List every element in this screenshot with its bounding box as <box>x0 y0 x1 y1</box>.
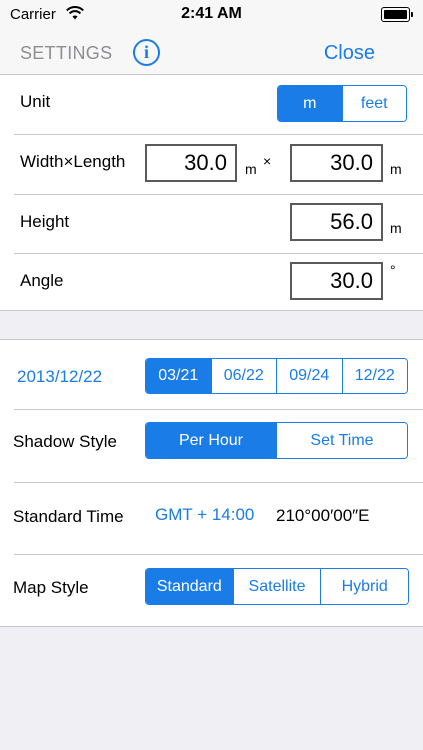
width-length-label: Width×Length <box>20 152 126 171</box>
height-unit: m <box>390 220 402 236</box>
map-style-row: Map Style Standard Satellite Hybrid <box>0 555 423 628</box>
times-sign: × <box>263 153 272 169</box>
clock: 2:41 AM <box>181 5 242 22</box>
angle-input[interactable]: 30.0 <box>290 262 383 300</box>
height-input[interactable]: 56.0 <box>290 203 383 241</box>
length-unit: m <box>390 161 402 177</box>
close-button[interactable]: Close <box>324 42 375 65</box>
standard-time-row: Standard Time GMT + 14:00 210°00′00″E <box>0 483 423 554</box>
date-preset-segmented-control: 03/21 06/22 09/24 12/22 <box>145 358 408 394</box>
battery-icon <box>381 7 413 22</box>
date-preset-0924[interactable]: 09/24 <box>276 359 342 393</box>
map-style-label: Map Style <box>13 578 89 597</box>
height-label: Height <box>20 212 70 231</box>
standard-time-offset[interactable]: GMT + 14:00 <box>155 505 254 525</box>
standard-time-longitude: 210°00′00″E <box>276 506 370 525</box>
date-preset-1222[interactable]: 12/22 <box>341 359 407 393</box>
status-bar: Carrier 2:41 AM <box>0 0 423 30</box>
date-preset-0622[interactable]: 06/22 <box>210 359 276 393</box>
map-style-segmented-control: Standard Satellite Hybrid <box>145 568 409 605</box>
width-length-row: Width×Length 30.0 m × 30.0 m <box>0 135 423 194</box>
date-value[interactable]: 2013/12/22 <box>17 367 102 387</box>
shadow-style-per-hour[interactable]: Per Hour <box>146 423 276 458</box>
standard-time-label: Standard Time <box>13 507 124 526</box>
shadow-style-row: Shadow Style Per Hour Set Time <box>0 410 423 482</box>
navigation-bar: SETTINGS i Close <box>0 30 423 75</box>
width-unit: m <box>245 161 257 177</box>
shadow-style-segmented-control: Per Hour Set Time <box>145 422 408 459</box>
unit-option-m[interactable]: m <box>278 86 342 121</box>
unit-segmented-control: m feet <box>277 85 407 122</box>
info-icon: i <box>143 42 149 62</box>
unit-label: Unit <box>20 92 51 111</box>
angle-unit: ° <box>390 262 396 278</box>
page-title: SETTINGS <box>20 43 113 63</box>
map-style-standard[interactable]: Standard <box>146 569 233 604</box>
shadow-style-set-time[interactable]: Set Time <box>276 423 407 458</box>
unit-option-feet[interactable]: feet <box>341 86 406 121</box>
map-style-satellite[interactable]: Satellite <box>232 569 321 604</box>
angle-label: Angle <box>20 271 64 290</box>
length-input[interactable]: 30.0 <box>290 144 383 182</box>
date-row: 2013/12/22 03/21 06/22 09/24 12/22 <box>0 340 423 409</box>
shadow-settings-group: 2013/12/22 03/21 06/22 09/24 12/22 Shado… <box>0 339 423 627</box>
shadow-style-label: Shadow Style <box>13 432 117 451</box>
map-style-hybrid[interactable]: Hybrid <box>320 569 408 604</box>
unit-row: Unit m feet <box>0 75 423 134</box>
height-row: Height 56.0 m <box>0 195 423 253</box>
info-button[interactable]: i <box>133 39 160 66</box>
date-preset-0321[interactable]: 03/21 <box>146 359 211 393</box>
width-input[interactable]: 30.0 <box>145 144 237 182</box>
angle-row: Angle 30.0 ° <box>0 254 423 311</box>
dimensions-group: Unit m feet Width×Length 30.0 m × 30.0 m… <box>0 75 423 311</box>
